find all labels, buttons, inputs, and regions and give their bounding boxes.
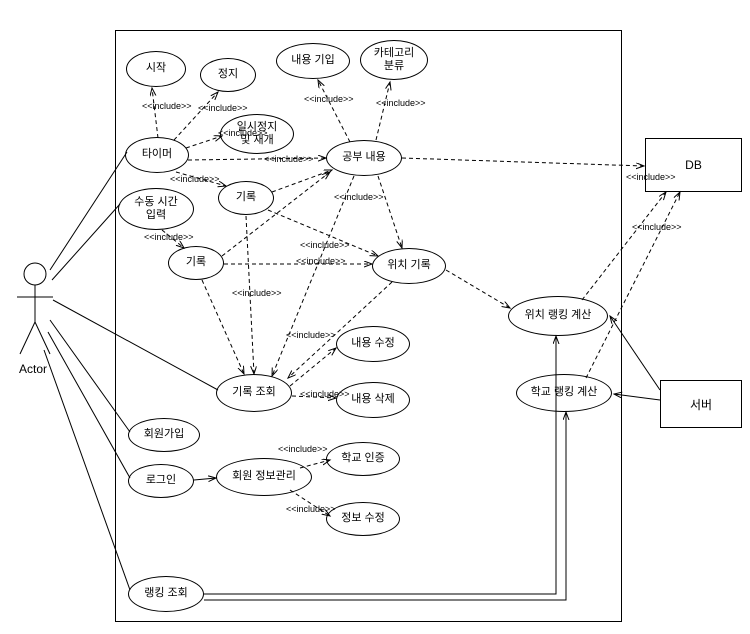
uc-school-auth: 학교 인증 xyxy=(326,442,400,476)
server-label: 서버 xyxy=(690,396,712,413)
uc-category: 카테고리 분류 xyxy=(360,40,428,80)
uc-study-content: 공부 내용 xyxy=(326,140,402,176)
include-label-7: <<include>> xyxy=(300,240,350,250)
db-box: DB xyxy=(645,138,742,192)
uc-record2: 기록 xyxy=(168,246,224,280)
include-label-13: <<include>> xyxy=(376,98,426,108)
server-box: 서버 xyxy=(660,380,742,428)
uc-stop: 정지 xyxy=(200,58,256,92)
include-label-9: <<include>> xyxy=(232,288,282,298)
uc-record-view: 기록 조회 xyxy=(216,374,292,412)
include-label-14: <<include>> xyxy=(334,192,384,202)
uc-member-info: 회원 정보관리 xyxy=(216,458,312,496)
include-label-17: <<include>> xyxy=(626,172,676,182)
include-label-2: <<include>> xyxy=(198,103,248,113)
uc-location-rank: 위치 랭킹 계산 xyxy=(508,296,608,336)
uc-location-record: 위치 기록 xyxy=(372,248,446,284)
uc-login: 로그인 xyxy=(128,464,194,498)
include-label-10: <<include>> xyxy=(286,330,336,340)
db-label: DB xyxy=(685,158,702,172)
include-label-8: <<include>> xyxy=(296,256,346,266)
include-label-3: <<include>> xyxy=(218,128,268,138)
uc-record1: 기록 xyxy=(218,181,274,215)
include-label-6: <<include>> xyxy=(144,232,194,242)
uc-content-entry: 내용 기입 xyxy=(276,43,350,79)
uc-ranking-view: 랭킹 조회 xyxy=(128,576,204,612)
uc-info-edit: 정보 수정 xyxy=(326,502,400,536)
actor-figure xyxy=(15,262,55,357)
actor-label: Actor xyxy=(8,362,58,376)
uc-delete-content: 내용 삭제 xyxy=(336,382,410,418)
uc-edit-content: 내용 수정 xyxy=(336,326,410,362)
include-label-5: <<include>> xyxy=(170,174,220,184)
uc-start: 시작 xyxy=(126,51,186,87)
include-label-1: <<include>> xyxy=(142,101,192,111)
include-label-12: <<include>> xyxy=(304,94,354,104)
include-label-16: <<include>> xyxy=(286,504,336,514)
uc-school-rank: 학교 랭킹 계산 xyxy=(516,374,612,412)
uc-signup: 회원가입 xyxy=(128,418,200,452)
include-label-11: <<include>> xyxy=(300,389,350,399)
include-label-15: <<include>> xyxy=(278,444,328,454)
include-label-18: <<include>> xyxy=(632,222,682,232)
uc-manual-time: 수동 시간 입력 xyxy=(118,188,194,230)
include-label-4: <<include>> xyxy=(264,154,314,164)
uc-timer: 타이머 xyxy=(125,137,189,173)
